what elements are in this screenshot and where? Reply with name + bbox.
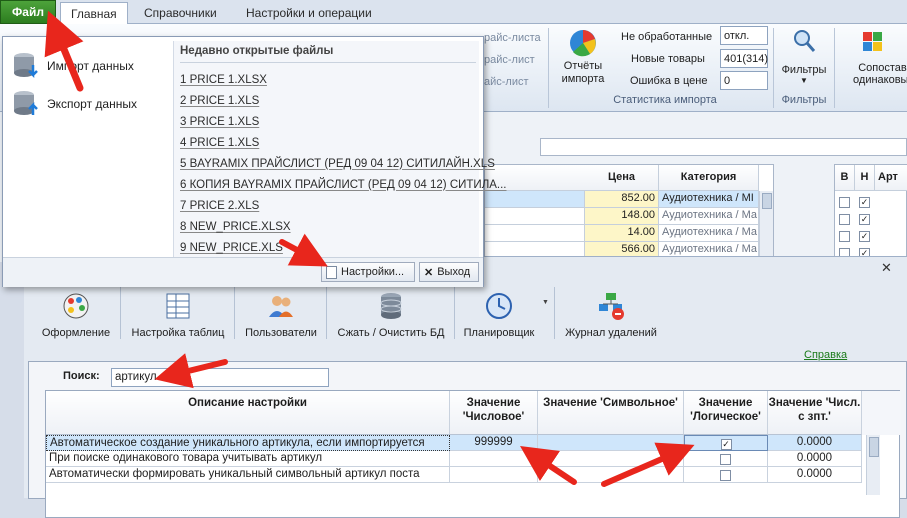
arrow-to-settings-button xyxy=(279,233,328,267)
annotation-arrows xyxy=(44,10,695,487)
arrow-to-file-tab xyxy=(44,10,84,92)
arrow-to-logical-checkbox xyxy=(601,442,695,487)
arrow-to-numeric-value xyxy=(520,446,577,485)
arrow-to-search-input xyxy=(154,353,228,389)
